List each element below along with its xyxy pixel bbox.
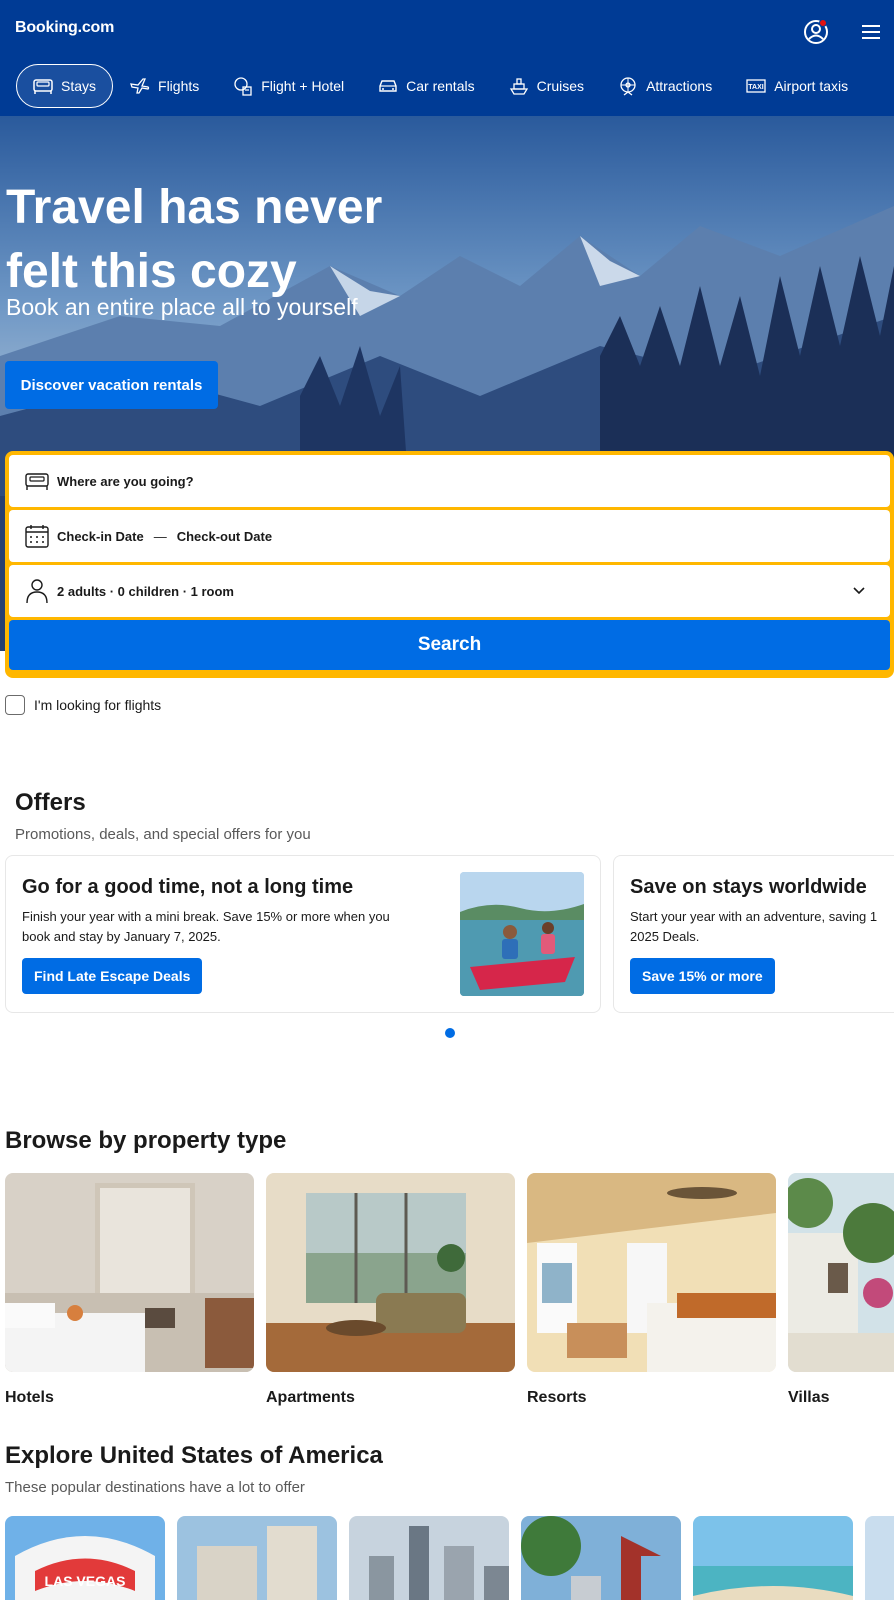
occupancy-value: 2 adults · 0 children · 1 room (57, 583, 234, 599)
offer-text-line: Finish your year with a mini break. Save… (22, 909, 390, 924)
offer-text: Finish your year with a mini break. Save… (22, 907, 390, 947)
notification-dot (819, 19, 827, 27)
person-icon (26, 579, 48, 604)
nav-label: Flight + Hotel (261, 78, 345, 94)
property-image (266, 1173, 515, 1372)
nav-label: Attractions (646, 78, 713, 94)
offers-title: Offers (15, 789, 86, 816)
attractions-icon (620, 77, 636, 96)
hero-subtitle: Book an entire place all to yourself (6, 294, 358, 320)
offer-image (460, 872, 584, 996)
checkin-label: Check-in Date (57, 528, 144, 544)
offer-title: Save on stays worldwide (630, 876, 867, 898)
destination-placeholder: Where are you going? (57, 473, 194, 489)
property-card-resorts[interactable]: Resorts (527, 1173, 776, 1407)
hamburger-menu-icon[interactable] (862, 23, 882, 41)
property-card-hotels[interactable]: Hotels (5, 1173, 254, 1407)
nav-flight-hotel[interactable]: Flight + Hotel (216, 64, 361, 108)
nav-label: Car rentals (406, 78, 475, 94)
nav-attractions[interactable]: Attractions (601, 64, 729, 108)
nav-label: Stays (61, 78, 97, 94)
bed-icon (33, 79, 53, 94)
nav-car-rentals[interactable]: Car rentals (361, 64, 491, 108)
calendar-icon (25, 525, 49, 548)
booking-logo[interactable]: Booking.com (15, 19, 114, 37)
property-card-apartments[interactable]: Apartments (266, 1173, 515, 1407)
search-box: Where are you going? Check-in Date — Che… (5, 451, 894, 678)
hero-title: Travel has never felt this cozy (6, 181, 383, 298)
svg-text:TAXI: TAXI (748, 84, 763, 91)
property-label: Hotels (5, 1389, 54, 1406)
product-nav: Stays Flights Flight + Hotel Car rentals… (16, 64, 865, 108)
destination-card[interactable] (177, 1516, 337, 1600)
nav-label: Cruises (536, 78, 585, 94)
offer-text-line: Start your year with an adventure, savin… (630, 909, 878, 924)
date-field[interactable]: Check-in Date — Check-out Date (9, 510, 890, 562)
car-icon (379, 80, 397, 92)
offers-subtitle: Promotions, deals, and special offers fo… (15, 826, 311, 843)
las-vegas-sign-text: LAS VEGAS (45, 1573, 126, 1589)
property-card-villas[interactable]: Villas (788, 1173, 894, 1407)
taxi-icon: TAXI (746, 79, 766, 93)
nav-label: Airport taxis (774, 78, 849, 94)
discover-vacation-rentals-button[interactable]: Discover vacation rentals (5, 361, 218, 409)
offer-card: Save on stays worldwide Start your year … (613, 855, 894, 1013)
chevron-down-icon (853, 587, 865, 595)
property-image (527, 1173, 776, 1372)
bed-icon (25, 473, 49, 490)
offer-text-line: 2025 Deals. (630, 929, 700, 944)
nav-label: Flights (158, 78, 200, 94)
ship-icon (509, 78, 528, 95)
kayak-photo (460, 872, 584, 996)
flight-hotel-icon (234, 77, 252, 96)
property-label: Villas (788, 1389, 830, 1406)
date-separator: — (153, 528, 167, 544)
occupancy-field[interactable]: 2 adults · 0 children · 1 room (9, 565, 890, 617)
carousel-indicator[interactable] (445, 1028, 455, 1038)
nav-stays[interactable]: Stays (16, 64, 114, 108)
plane-icon (130, 78, 150, 94)
flights-checkbox-label: I'm looking for flights (34, 697, 162, 713)
property-types-title: Browse by property type (5, 1127, 287, 1154)
destination-card[interactable] (693, 1516, 853, 1600)
destination-card[interactable] (521, 1516, 681, 1600)
offer-text: Start your year with an adventure, savin… (630, 907, 877, 947)
offer-text-line: book and stay by January 7, 2025. (22, 929, 221, 944)
destination-card[interactable]: LAS VEGAS (5, 1516, 165, 1600)
property-label: Apartments (266, 1389, 355, 1406)
offer-title: Go for a good time, not a long time (22, 876, 354, 898)
destination-card[interactable] (865, 1516, 894, 1600)
destination-field[interactable]: Where are you going? (9, 455, 890, 507)
offer-card: Go for a good time, not a long time Fini… (5, 855, 601, 1013)
explore-title: Explore United States of America (5, 1442, 383, 1469)
property-label: Resorts (527, 1389, 587, 1406)
search-button[interactable]: Search (9, 620, 890, 670)
flights-checkbox[interactable] (5, 695, 25, 715)
flights-checkbox-row[interactable]: I'm looking for flights (5, 695, 161, 715)
nav-airport-taxis[interactable]: TAXI Airport taxis (729, 64, 865, 108)
checkout-label: Check-out Date (176, 528, 273, 544)
top-header: Booking.com Stays Flights Flight + Hotel… (0, 0, 894, 116)
save-15-button[interactable]: Save 15% or more (630, 958, 775, 994)
explore-subtitle: These popular destinations have a lot to… (5, 1479, 305, 1496)
find-late-escape-deals-button[interactable]: Find Late Escape Deals (22, 958, 203, 994)
property-image (5, 1173, 254, 1372)
nav-flights[interactable]: Flights (113, 64, 216, 108)
nav-cruises[interactable]: Cruises (492, 64, 601, 108)
property-image (788, 1173, 894, 1372)
destination-card[interactable] (349, 1516, 509, 1600)
